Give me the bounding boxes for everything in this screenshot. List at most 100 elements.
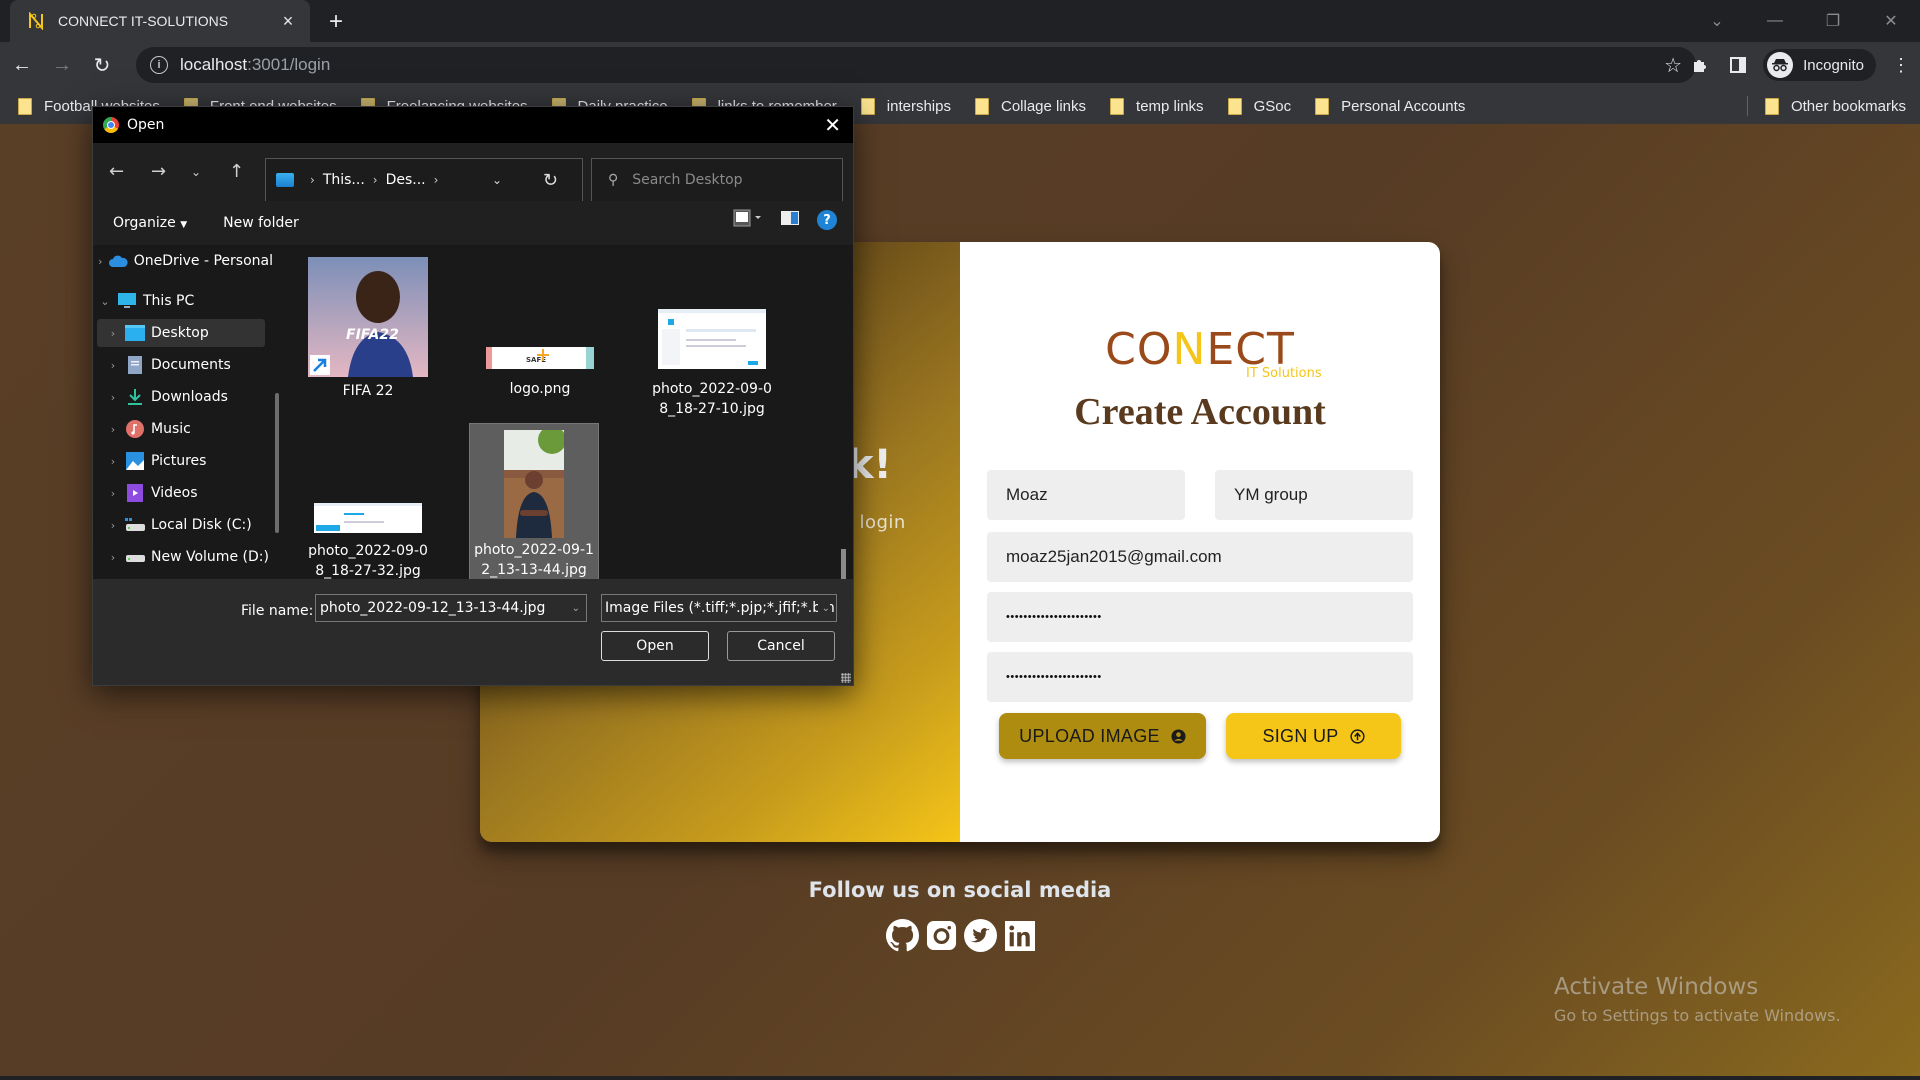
file-item[interactable]: photo_2022-09-0 8_18-27-10.jpg: [647, 257, 777, 419]
nav-item-local-disk-c[interactable]: › Local Disk (C:): [105, 511, 281, 539]
new-tab-button[interactable]: +: [322, 8, 350, 36]
nav-item-desktop[interactable]: › Desktop: [97, 319, 265, 347]
file-type-select[interactable]: Image Files (*.tiff;*.pjp;*.jfif;*.bmp ⌄: [601, 594, 837, 622]
url-host: localhost: [180, 55, 248, 74]
forward-icon[interactable]: →: [44, 47, 80, 83]
pc-icon: [117, 292, 137, 310]
tab-search-icon[interactable]: ⌄: [1688, 0, 1746, 42]
organize-menu[interactable]: Organize ▼: [113, 215, 187, 231]
view-options-icon[interactable]: [733, 209, 763, 231]
bookmark-item[interactable]: Personal Accounts: [1315, 97, 1465, 115]
up-arrow-icon[interactable]: ↑: [229, 161, 244, 182]
other-bookmarks[interactable]: Other bookmarks: [1764, 88, 1906, 124]
profile-button[interactable]: Incognito: [1763, 49, 1876, 81]
confirm-password-input[interactable]: ••••••••••••••••••••••: [987, 652, 1413, 702]
reload-icon[interactable]: ↻: [84, 47, 120, 83]
nav-item-documents[interactable]: › Documents: [105, 351, 281, 379]
chrome-icon: [103, 117, 119, 133]
nav-item-music[interactable]: › Music: [105, 415, 281, 443]
file-name-label: File name:: [241, 603, 314, 619]
dialog-navigation-bar: ← → ⌄ ↑ › This... › Des... › ⌄ ↻ ⚲ Searc…: [93, 143, 853, 202]
recent-locations-icon[interactable]: ⌄: [191, 165, 201, 179]
nav-label: New Volume (D:): [151, 549, 269, 565]
back-icon[interactable]: ←: [4, 47, 40, 83]
sign-up-button[interactable]: SIGN UP: [1226, 713, 1401, 759]
nav-item-pictures[interactable]: › Pictures: [105, 447, 281, 475]
open-button[interactable]: Open: [601, 631, 709, 661]
instagram-icon[interactable]: [925, 919, 958, 952]
refresh-icon[interactable]: ↻: [543, 170, 558, 191]
twitter-icon[interactable]: [964, 919, 997, 952]
breadcrumb-item[interactable]: This...: [323, 172, 365, 188]
bookmark-item[interactable]: Collage links: [974, 97, 1086, 115]
linkedin-icon[interactable]: [1003, 919, 1036, 952]
chevron-down-icon[interactable]: ⌄: [492, 173, 502, 187]
folder-icon: [1227, 97, 1242, 115]
cancel-button[interactable]: Cancel: [727, 631, 835, 661]
breadcrumb-item[interactable]: Des...: [386, 172, 426, 188]
nav-pane-scrollbar[interactable]: [275, 393, 279, 533]
address-breadcrumb[interactable]: › This... › Des... › ⌄ ↻: [265, 158, 583, 202]
file-item[interactable]: SAFE logo.png: [475, 257, 605, 399]
screenshot-thumbnail-icon: [658, 309, 766, 369]
folder-icon: [1110, 97, 1125, 115]
tab-close-icon[interactable]: ×: [278, 11, 298, 32]
menu-kebab-icon[interactable]: ⋮: [1882, 47, 1920, 83]
extensions-icon[interactable]: [1681, 47, 1719, 83]
forward-arrow-icon[interactable]: →: [151, 161, 166, 182]
browser-tab[interactable]: CONNECT IT-SOLUTIONS ×: [10, 0, 310, 42]
bookmark-item[interactable]: GSoc: [1227, 97, 1291, 115]
bookmark-item[interactable]: interships: [860, 97, 951, 115]
signup-label: SIGN UP: [1262, 725, 1339, 746]
browser-toolbar: ← → ↻ i localhost :3001/login ☆ Incognit…: [0, 42, 1920, 88]
search-desktop-input[interactable]: ⚲ Search Desktop: [591, 158, 843, 202]
chevron-right-icon: ›: [110, 486, 116, 500]
company-input[interactable]: YM group: [1215, 470, 1413, 520]
first-name-input[interactable]: Moaz: [987, 470, 1185, 520]
nav-item-new-volume-d[interactable]: › New Volume (D:): [105, 543, 281, 571]
preview-pane-icon[interactable]: [781, 211, 799, 229]
file-item[interactable]: photo_2022-09-0 8_18-27-32.jpg: [303, 425, 433, 581]
nav-item-videos[interactable]: › Videos: [105, 479, 281, 507]
restore-icon[interactable]: ❐: [1804, 0, 1862, 42]
dialog-titlebar[interactable]: Open ✕: [93, 107, 853, 143]
nav-label: Downloads: [151, 389, 228, 405]
music-icon: [125, 420, 145, 438]
desktop-icon: [125, 324, 145, 342]
bookmark-star-icon[interactable]: ☆: [1664, 53, 1682, 78]
file-item-selected[interactable]: photo_2022-09-1 2_13-13-44.jpg: [469, 423, 599, 585]
help-icon[interactable]: ?: [817, 210, 837, 230]
upload-image-button[interactable]: UPLOAD IMAGE: [999, 713, 1206, 759]
side-panel-icon[interactable]: [1719, 47, 1757, 83]
file-name-input[interactable]: photo_2022-09-12_13-13-44.jpg ⌄: [315, 594, 587, 622]
folder-icon: [860, 97, 875, 115]
file-name: photo_2022-09-0 8_18-27-32.jpg: [303, 541, 433, 581]
back-arrow-icon[interactable]: ←: [109, 161, 124, 182]
nav-item-onedrive[interactable]: › OneDrive - Personal: [97, 247, 273, 275]
site-info-icon[interactable]: i: [150, 56, 168, 74]
window-close-icon[interactable]: ✕: [1862, 0, 1920, 42]
github-icon[interactable]: [886, 919, 919, 952]
watermark-title: Activate Windows: [1554, 974, 1759, 1000]
dialog-command-bar: Organize ▼ New folder ?: [93, 201, 853, 245]
file-item[interactable]: FIFA22 FIFA 22: [303, 257, 433, 401]
connect-logo: CONECT IT Solutions: [960, 328, 1440, 382]
url-path: :3001/login: [247, 55, 331, 74]
dialog-close-icon[interactable]: ✕: [824, 113, 841, 137]
bookmark-item[interactable]: temp links: [1110, 97, 1204, 115]
minimize-icon[interactable]: —: [1746, 0, 1804, 42]
resize-grip[interactable]: [841, 673, 851, 683]
chevron-down-icon[interactable]: ⌄: [572, 603, 580, 614]
connect-logo-icon: [26, 11, 46, 31]
file-name-line: photo_2022-09-1: [474, 542, 594, 558]
other-bookmarks-label: Other bookmarks: [1790, 97, 1906, 115]
nav-item-downloads[interactable]: › Downloads: [105, 383, 281, 411]
nav-item-this-pc[interactable]: ⌄ This PC: [97, 287, 273, 315]
activate-windows-watermark: Activate Windows Go to Settings to activ…: [1554, 974, 1841, 1025]
password-input[interactable]: ••••••••••••••••••••••: [987, 592, 1413, 642]
address-bar[interactable]: i localhost :3001/login ☆: [136, 47, 1696, 83]
social-links: [886, 919, 1036, 952]
nav-label: Music: [151, 421, 191, 437]
new-folder-button[interactable]: New folder: [223, 215, 299, 231]
email-input[interactable]: moaz25jan2015@gmail.com: [987, 532, 1413, 582]
